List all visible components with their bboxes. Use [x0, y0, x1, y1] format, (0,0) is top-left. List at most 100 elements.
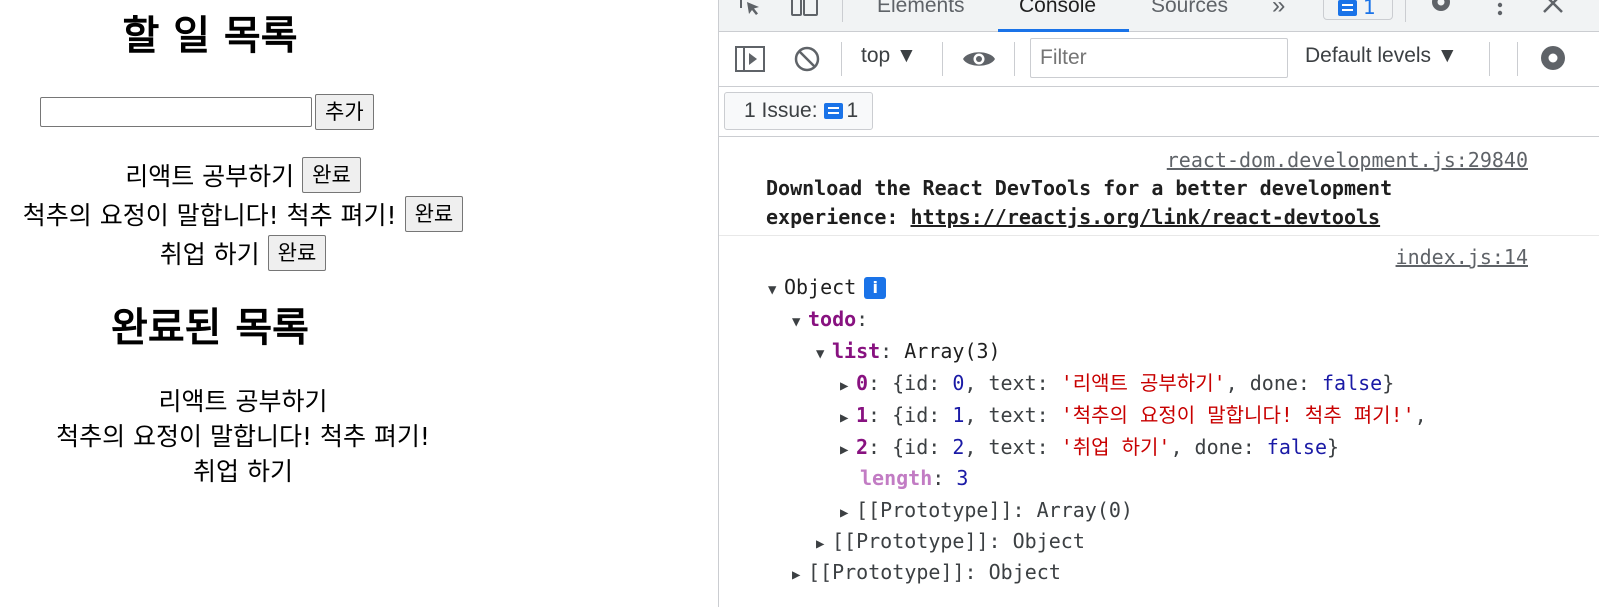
- array-index: 1: [856, 403, 869, 427]
- todo-list: 리액트 공부하기 완료 척추의 요정이 말합니다! 척추 펴기! 완료 취업 하…: [0, 155, 486, 272]
- settings-gear-icon[interactable]: [1427, 0, 1455, 23]
- item-tail: }: [1382, 371, 1395, 395]
- message-icon: [1338, 0, 1357, 16]
- todo-input[interactable]: [40, 97, 312, 127]
- id-value: 1: [952, 403, 965, 427]
- collapsed-triangle-icon: ▶: [840, 505, 849, 521]
- length-key: length: [860, 466, 933, 490]
- prototype-row[interactable]: ▶ [[Prototype]]: Array(0): [840, 498, 1133, 525]
- tab-console[interactable]: Console: [1019, 0, 1096, 18]
- prototype-row[interactable]: ▶ [[Prototype]]: Object: [792, 560, 1061, 587]
- add-button[interactable]: 추가: [315, 94, 374, 130]
- text-value: '척추의 요정이 말합니다! 척추 펴기!': [1060, 403, 1415, 427]
- done-item: 척추의 요정이 말합니다! 척추 펴기!: [56, 422, 430, 451]
- expanded-triangle-icon: ▼: [816, 346, 825, 362]
- device-toolbar-icon[interactable]: [790, 0, 820, 23]
- live-expression-eye-icon[interactable]: [962, 46, 996, 77]
- devtools-tabbar: Elements Console Sources » 1: [719, 0, 1599, 32]
- console-message-text: Download the React DevTools for a better…: [766, 174, 1486, 232]
- prototype-label: [[Prototype]]: Object: [808, 560, 1061, 584]
- text-value: '취업 하기': [1060, 435, 1171, 459]
- done-item: 리액트 공부하기: [158, 387, 328, 416]
- tab-sources[interactable]: Sources: [1151, 0, 1228, 18]
- log-levels-dropdown[interactable]: Default levels ▼: [1305, 44, 1458, 68]
- prototype-label: [[Prototype]]: Array(0): [856, 498, 1133, 522]
- length-row: length: 3: [860, 466, 969, 490]
- collapsed-triangle-icon: ▶: [840, 442, 849, 458]
- divider: [1405, 0, 1406, 22]
- todo-property-row[interactable]: ▼ todo:: [792, 307, 868, 334]
- todo-item: 척추의 요정이 말합니다! 척추 펴기! 완료: [0, 194, 486, 233]
- array-index: 0: [856, 371, 869, 395]
- sidebar-toggle-icon[interactable]: [735, 46, 765, 77]
- divider: [1489, 42, 1490, 76]
- todo-item-text: 척추의 요정이 말합니다! 척추 펴기!: [22, 200, 397, 230]
- done-list-title: 완료된 목록: [111, 305, 309, 351]
- expanded-triangle-icon: ▼: [768, 282, 777, 298]
- more-tabs-button[interactable]: »: [1272, 0, 1285, 20]
- collapsed-triangle-icon: ▶: [792, 567, 801, 583]
- object-label: Object: [784, 275, 857, 299]
- done-item: 취업 하기: [193, 457, 293, 486]
- console-toolbar: top ▼ Default levels ▼: [719, 32, 1599, 87]
- todo-item-text: 리액트 공부하기: [125, 161, 295, 191]
- divider: [1014, 42, 1015, 76]
- prototype-label: [[Prototype]]: Object: [832, 529, 1085, 553]
- devtools-link[interactable]: https://reactjs.org/link/react-devtools: [911, 205, 1381, 229]
- inspect-element-icon[interactable]: [737, 0, 765, 23]
- clear-console-icon[interactable]: [794, 46, 820, 77]
- id-value: 0: [952, 371, 965, 395]
- source-link[interactable]: index.js:14: [1396, 245, 1528, 269]
- done-value: false: [1321, 371, 1383, 395]
- array-item-row[interactable]: ▶ 2: {id: 2, text: '취업 하기', done: false}: [840, 435, 1339, 462]
- property-key: todo: [808, 307, 857, 331]
- array-item-row[interactable]: ▶ 0: {id: 0, text: '리액트 공부하기', done: fals…: [840, 371, 1394, 398]
- console-filter-input[interactable]: [1030, 38, 1288, 78]
- tab-elements[interactable]: Elements: [877, 0, 965, 18]
- source-link[interactable]: react-dom.development.js:29840: [1167, 148, 1528, 172]
- info-icon[interactable]: i: [864, 277, 887, 299]
- context-selector[interactable]: top ▼: [861, 44, 917, 68]
- todo-list-title: 할 일 목록: [122, 13, 298, 59]
- id-value: 2: [952, 435, 965, 459]
- property-key: list: [832, 339, 881, 363]
- array-item-row[interactable]: ▶ 1: {id: 1, text: '척추의 요정이 말합니다! 척추 펴기!'…: [840, 403, 1427, 430]
- todo-item: 리액트 공부하기 완료: [0, 155, 486, 194]
- item-tail: ,: [1414, 403, 1427, 427]
- console-settings-gear-icon[interactable]: [1537, 42, 1569, 79]
- todo-item: 취업 하기 완료: [0, 233, 486, 272]
- issues-label: 1 Issue:: [744, 99, 818, 122]
- issue-message-icon: [823, 103, 843, 119]
- complete-button[interactable]: 완료: [404, 195, 464, 232]
- done-value: false: [1266, 435, 1327, 459]
- object-root-row[interactable]: ▼ Object i: [768, 275, 887, 302]
- close-devtools-icon[interactable]: [1541, 0, 1565, 23]
- console-object-message: index.js:14 ▼ Object i ▼ todo: ▼ list: Array…: [719, 237, 1599, 607]
- todo-app: 할 일 목록 추가 리액트 공부하기 완료 척추의 요정이 말합니다! 척추 펴…: [0, 0, 718, 607]
- divider: [1517, 42, 1518, 76]
- messages-count: 1: [1363, 0, 1376, 19]
- divider: [842, 0, 843, 22]
- more-options-icon[interactable]: [1495, 0, 1505, 23]
- divider: [841, 42, 842, 76]
- length-value: 3: [956, 466, 969, 490]
- todo-item-text: 취업 하기: [159, 239, 260, 269]
- expanded-triangle-icon: ▼: [792, 314, 801, 330]
- console-message: react-dom.development.js:29840 Download …: [719, 138, 1599, 236]
- divider: [942, 42, 943, 76]
- issues-button[interactable]: 1 Issue: 1: [724, 92, 874, 130]
- complete-button[interactable]: 완료: [302, 156, 361, 193]
- devtools-panel: Elements Console Sources » 1 top ▼ Filte…: [718, 0, 1599, 607]
- collapsed-triangle-icon: ▶: [816, 536, 825, 552]
- collapsed-triangle-icon: ▶: [840, 410, 849, 426]
- item-tail: }: [1327, 435, 1340, 459]
- issues-bar: 1 Issue: 1: [719, 87, 1599, 137]
- done-list: 리액트 공부하기 척추의 요정이 말합니다! 척추 펴기! 취업 하기: [0, 384, 486, 489]
- collapsed-triangle-icon: ▶: [840, 378, 849, 394]
- property-type: Array(3): [904, 339, 1001, 363]
- prototype-row[interactable]: ▶ [[Prototype]]: Object: [816, 529, 1085, 556]
- list-property-row[interactable]: ▼ list: Array(3): [816, 339, 1001, 366]
- messages-badge[interactable]: 1: [1323, 0, 1393, 20]
- complete-button[interactable]: 완료: [267, 234, 327, 271]
- array-index: 2: [856, 435, 869, 459]
